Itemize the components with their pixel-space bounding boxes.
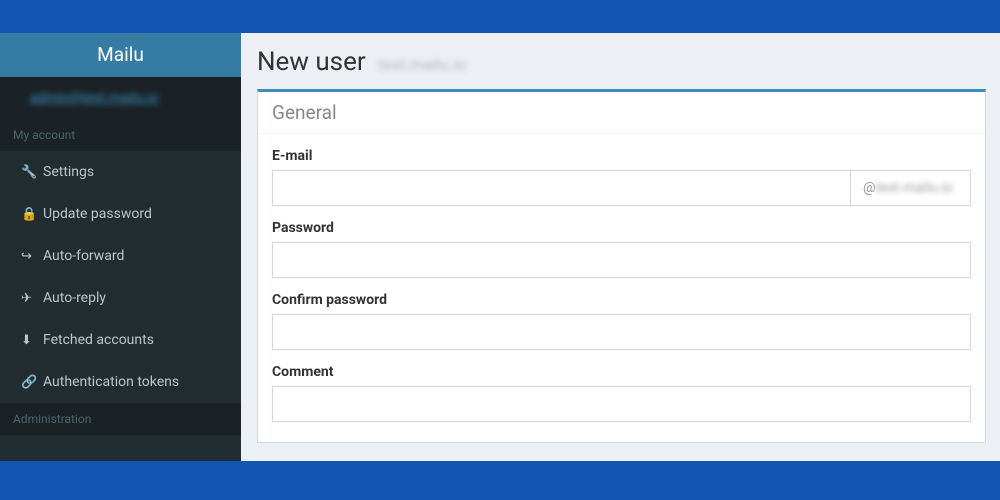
- password-input[interactable]: [272, 242, 971, 278]
- comment-input[interactable]: [272, 386, 971, 422]
- confirm-input[interactable]: [272, 314, 971, 350]
- password-label: Password: [272, 220, 971, 236]
- nav-label: Auto-forward: [43, 248, 124, 264]
- email-domain-addon: @test.mailu.io: [851, 170, 971, 206]
- panel-body: E-mail @test.mailu.io Password Confirm p…: [258, 134, 985, 442]
- nav-label: Auto-reply: [43, 290, 106, 306]
- download-icon: ⬇: [21, 333, 43, 348]
- form-group-password: Password: [272, 220, 971, 278]
- nav-auto-forward[interactable]: ↪ Auto-forward: [0, 235, 241, 277]
- nav-label: Fetched accounts: [43, 332, 154, 348]
- link-icon: 🔗: [21, 375, 43, 390]
- at-symbol: @: [863, 180, 876, 196]
- section-header-admin: Administration: [0, 403, 241, 435]
- panel-header: General: [258, 92, 985, 134]
- current-user-email: admin@test.mailu.io: [30, 90, 159, 106]
- current-user[interactable]: admin@test.mailu.io: [0, 77, 241, 119]
- email-input[interactable]: [272, 170, 851, 206]
- form-group-comment: Comment: [272, 364, 971, 422]
- form-group-confirm: Confirm password: [272, 292, 971, 350]
- nav-fetched-accounts[interactable]: ⬇ Fetched accounts: [0, 319, 241, 361]
- nav-label: Update password: [43, 206, 152, 222]
- page-title-text: New user: [257, 47, 366, 77]
- nav-label: Authentication tokens: [43, 374, 179, 390]
- domain-text: test.mailu.io: [876, 180, 953, 196]
- nav-auto-reply[interactable]: ✈ Auto-reply: [0, 277, 241, 319]
- nav-update-password[interactable]: 🔒 Update password: [0, 193, 241, 235]
- confirm-label: Confirm password: [272, 292, 971, 308]
- form-group-email: E-mail @test.mailu.io: [272, 148, 971, 206]
- page-subtitle: test.mailu.io: [378, 55, 466, 74]
- brand-logo[interactable]: Mailu: [0, 33, 241, 77]
- main-content: New user test.mailu.io General E-mail @t…: [241, 33, 1000, 461]
- email-label: E-mail: [272, 148, 971, 164]
- general-panel: General E-mail @test.mailu.io Password: [257, 89, 986, 443]
- plane-icon: ✈: [21, 291, 43, 306]
- wrench-icon: 🔧: [21, 165, 43, 180]
- email-input-group: @test.mailu.io: [272, 170, 971, 206]
- lock-icon: 🔒: [21, 207, 43, 222]
- section-header-account: My account: [0, 119, 241, 151]
- nav-auth-tokens[interactable]: 🔗 Authentication tokens: [0, 361, 241, 403]
- app-window: Mailu admin@test.mailu.io My account 🔧 S…: [0, 33, 1000, 461]
- sidebar: Mailu admin@test.mailu.io My account 🔧 S…: [0, 33, 241, 461]
- nav-label: Settings: [43, 164, 94, 180]
- comment-label: Comment: [272, 364, 971, 380]
- share-icon: ↪: [21, 249, 43, 264]
- page-title: New user test.mailu.io: [257, 47, 986, 77]
- nav-settings[interactable]: 🔧 Settings: [0, 151, 241, 193]
